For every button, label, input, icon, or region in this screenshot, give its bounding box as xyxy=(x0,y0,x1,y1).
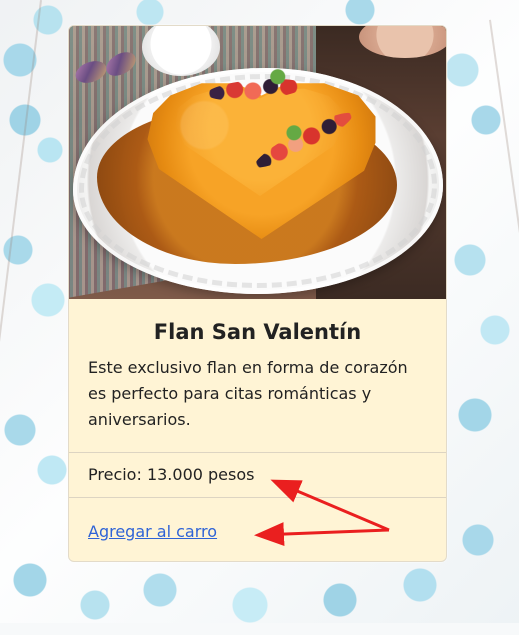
product-description: Este exclusivo flan en forma de corazón … xyxy=(88,358,408,429)
product-price: Precio: 13.000 pesos xyxy=(88,465,255,484)
product-title: Flan San Valentín xyxy=(153,320,362,344)
price-divider xyxy=(69,452,446,453)
product-image xyxy=(69,26,446,299)
product-card-body: Flan San Valentín Este exclusivo flan en… xyxy=(69,299,446,561)
spoons xyxy=(71,54,141,94)
add-to-cart-link[interactable]: Agregar al carro xyxy=(88,522,217,542)
product-card: Flan San Valentín Este exclusivo flan en… xyxy=(68,25,447,562)
link-divider xyxy=(69,497,446,498)
